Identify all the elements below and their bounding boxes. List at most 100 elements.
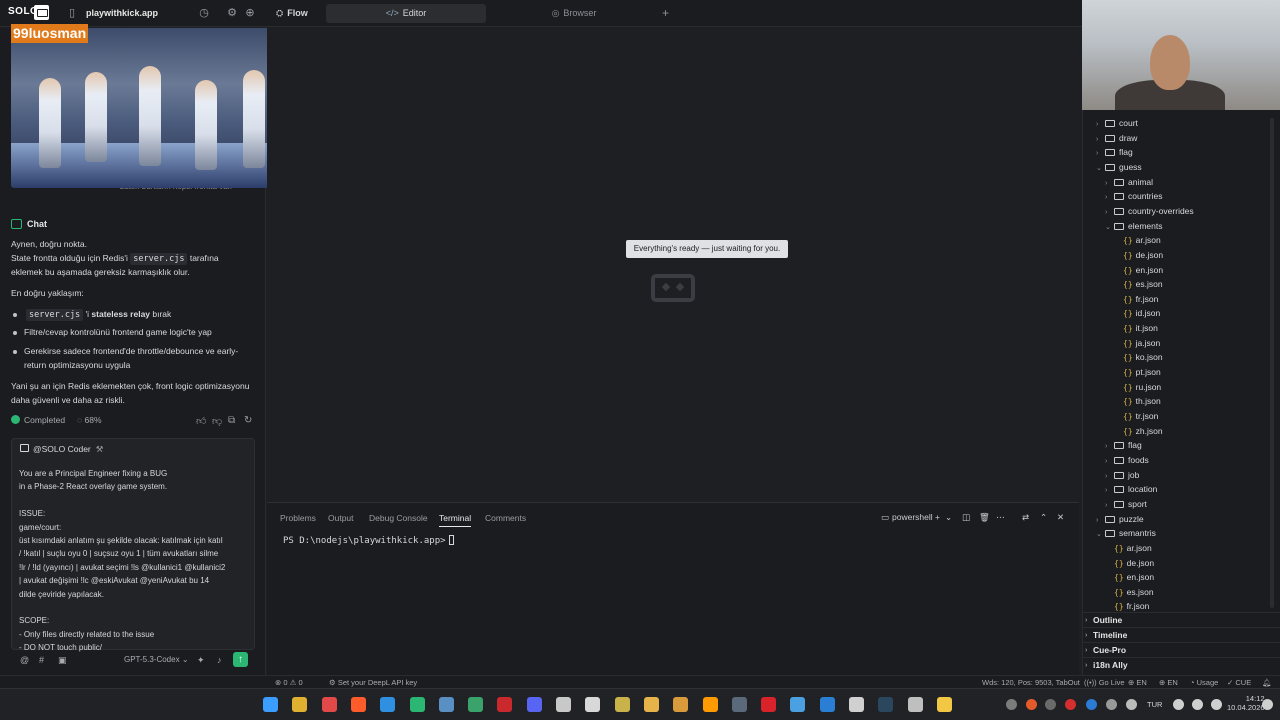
keyboard-language[interactable]: TUR xyxy=(1147,700,1162,709)
tree-file[interactable]: {} id.json xyxy=(1114,308,1160,318)
microphone-icon[interactable]: ♪ xyxy=(217,655,222,665)
tab-flow[interactable]: ⛭ Flow xyxy=(276,4,308,23)
tree-file[interactable]: {} it.json xyxy=(1114,323,1158,333)
tree-file[interactable]: {} ja.json xyxy=(1114,338,1160,348)
tab-debug-console[interactable]: Debug Console xyxy=(369,513,428,523)
tree-file[interactable]: {} tr.json xyxy=(1114,411,1158,421)
section-timeline[interactable]: › Timeline xyxy=(1082,627,1280,642)
app-icon[interactable] xyxy=(761,697,776,712)
filezilla-icon[interactable] xyxy=(497,697,512,712)
tab-terminal[interactable]: Terminal xyxy=(439,513,472,527)
vscode-icon[interactable] xyxy=(380,697,395,712)
vivaldi-icon[interactable] xyxy=(322,697,337,712)
settings-icon[interactable]: ⚙ xyxy=(226,7,238,19)
tree-file[interactable]: {} de.json xyxy=(1114,250,1163,260)
app-icon[interactable] xyxy=(673,697,688,712)
sparkle-icon[interactable]: ✦ xyxy=(197,655,205,666)
illustrator-icon[interactable] xyxy=(703,697,718,712)
windows-start-icon[interactable] xyxy=(263,697,278,712)
app-icon[interactable] xyxy=(556,697,571,712)
image-icon[interactable]: ▣ xyxy=(58,655,67,666)
tray-icon[interactable] xyxy=(1045,699,1056,710)
workspace-name[interactable]: playwithkick.app xyxy=(86,8,158,18)
split-terminal-icon[interactable]: ◫ xyxy=(962,512,970,523)
tree-file[interactable]: {} zh.json xyxy=(1114,426,1163,436)
tree-folder[interactable]: › countries xyxy=(1105,191,1163,201)
thumbs-up-icon[interactable]: 👍︎ xyxy=(196,415,206,427)
volume-icon[interactable] xyxy=(1192,699,1203,710)
tab-comments[interactable]: Comments xyxy=(485,513,526,523)
new-terminal-icon[interactable]: + xyxy=(935,512,940,522)
app-icon[interactable] xyxy=(908,697,923,712)
tree-file[interactable]: {} fr.json xyxy=(1114,294,1158,304)
tree-file[interactable]: {} en.json xyxy=(1105,572,1154,582)
tree-file[interactable]: {} de.json xyxy=(1105,558,1154,568)
app-icon[interactable] xyxy=(644,697,659,712)
tree-file[interactable]: {} en.json xyxy=(1114,265,1163,275)
thumbs-down-icon[interactable]: 👎︎ xyxy=(212,415,222,427)
deepl-status[interactable]: ⚙ Set your DeepL API key xyxy=(329,678,417,687)
more-icon[interactable]: ⋯ xyxy=(996,512,1005,523)
tray-icon[interactable] xyxy=(1065,699,1076,710)
tree-file[interactable]: {} fr.json xyxy=(1105,601,1149,611)
problems-indicator[interactable]: ⊗ 0 ⚠ 0 xyxy=(275,678,303,687)
shell-selector[interactable]: ▭ powershell xyxy=(881,512,933,523)
steam-icon[interactable] xyxy=(878,697,893,712)
chrome-icon[interactable] xyxy=(292,697,307,712)
tree-folder[interactable]: ⌄ semantris xyxy=(1096,528,1156,538)
pgadmin-icon[interactable] xyxy=(439,697,454,712)
tree-file[interactable]: {} ko.json xyxy=(1114,352,1163,362)
tree-file[interactable]: {} ru.json xyxy=(1114,382,1161,392)
tree-folder[interactable]: › sport xyxy=(1105,499,1147,509)
globe-icon[interactable]: ⊕ xyxy=(244,7,256,19)
usage-indicator[interactable]: ◔ Usage xyxy=(1190,678,1218,687)
tray-icon[interactable] xyxy=(1006,699,1017,710)
lang-indicator-1[interactable]: ⊕ EN xyxy=(1128,678,1147,687)
cue-indicator[interactable]: ✓ CUE xyxy=(1227,678,1251,687)
close-icon[interactable]: ✕ xyxy=(1057,512,1064,523)
mention-icon[interactable]: @ xyxy=(20,655,29,665)
tab-editor[interactable]: </> Editor xyxy=(326,4,486,23)
prompt-textarea[interactable]: You are a Principal Engineer fixing a BU… xyxy=(19,467,247,655)
section-i18n-ally[interactable]: › i18n Ally xyxy=(1082,657,1280,672)
tree-folder[interactable]: ⌄ elements xyxy=(1105,221,1163,231)
app-icon[interactable] xyxy=(790,697,805,712)
section-cue-pro[interactable]: › Cue-Pro xyxy=(1082,642,1280,657)
chevron-down-icon[interactable]: ⌄ xyxy=(945,512,952,523)
tree-file[interactable]: {} es.json xyxy=(1105,587,1154,597)
app-icon[interactable] xyxy=(820,697,835,712)
app-icon[interactable] xyxy=(615,697,630,712)
tray-icon[interactable] xyxy=(1026,699,1037,710)
tree-folder[interactable]: › animal xyxy=(1105,177,1153,187)
tree-file[interactable]: {} ar.json xyxy=(1114,235,1161,245)
send-button[interactable]: ↑ xyxy=(233,652,248,667)
tree-folder[interactable]: › foods xyxy=(1105,455,1149,465)
copy-icon[interactable]: ⧉ xyxy=(228,415,235,426)
tree-file[interactable]: {} pt.json xyxy=(1114,367,1161,377)
discord-icon[interactable] xyxy=(527,697,542,712)
tab-problems[interactable]: Problems xyxy=(280,513,316,523)
tree-folder[interactable]: › job xyxy=(1105,470,1139,480)
swap-icon[interactable]: ⇄ xyxy=(1022,512,1029,523)
tab-output[interactable]: Output xyxy=(328,513,354,523)
hs-icon[interactable] xyxy=(468,697,483,712)
maximize-icon[interactable]: ⌃ xyxy=(1040,512,1047,523)
tree-folder[interactable]: ⌄ guess xyxy=(1096,162,1142,172)
new-tab-button[interactable]: + xyxy=(662,4,669,23)
tray-icon[interactable] xyxy=(1126,699,1137,710)
tree-folder[interactable]: › court xyxy=(1096,118,1138,128)
solo-app-icon[interactable] xyxy=(410,697,425,712)
explorer-scrollbar[interactable] xyxy=(1270,118,1274,608)
bell-icon[interactable]: 🔔︎ xyxy=(1262,678,1272,687)
tree-folder[interactable]: › puzzle xyxy=(1096,514,1144,524)
brave-icon[interactable] xyxy=(351,697,366,712)
terminal-prompt[interactable]: PS D:\nodejs\playwithkick.app> xyxy=(283,535,454,546)
app-icon[interactable] xyxy=(732,697,747,712)
tree-folder[interactable]: › flag xyxy=(1096,147,1133,157)
clock[interactable]: 14:12 10.04.2026 xyxy=(1227,694,1265,712)
tray-icon[interactable] xyxy=(1106,699,1117,710)
tray-icon[interactable] xyxy=(1086,699,1097,710)
tree-folder[interactable]: › flag xyxy=(1105,440,1142,450)
agent-selector[interactable]: @SOLO Coder ⚒ xyxy=(20,444,103,455)
app-icon[interactable] xyxy=(849,697,864,712)
